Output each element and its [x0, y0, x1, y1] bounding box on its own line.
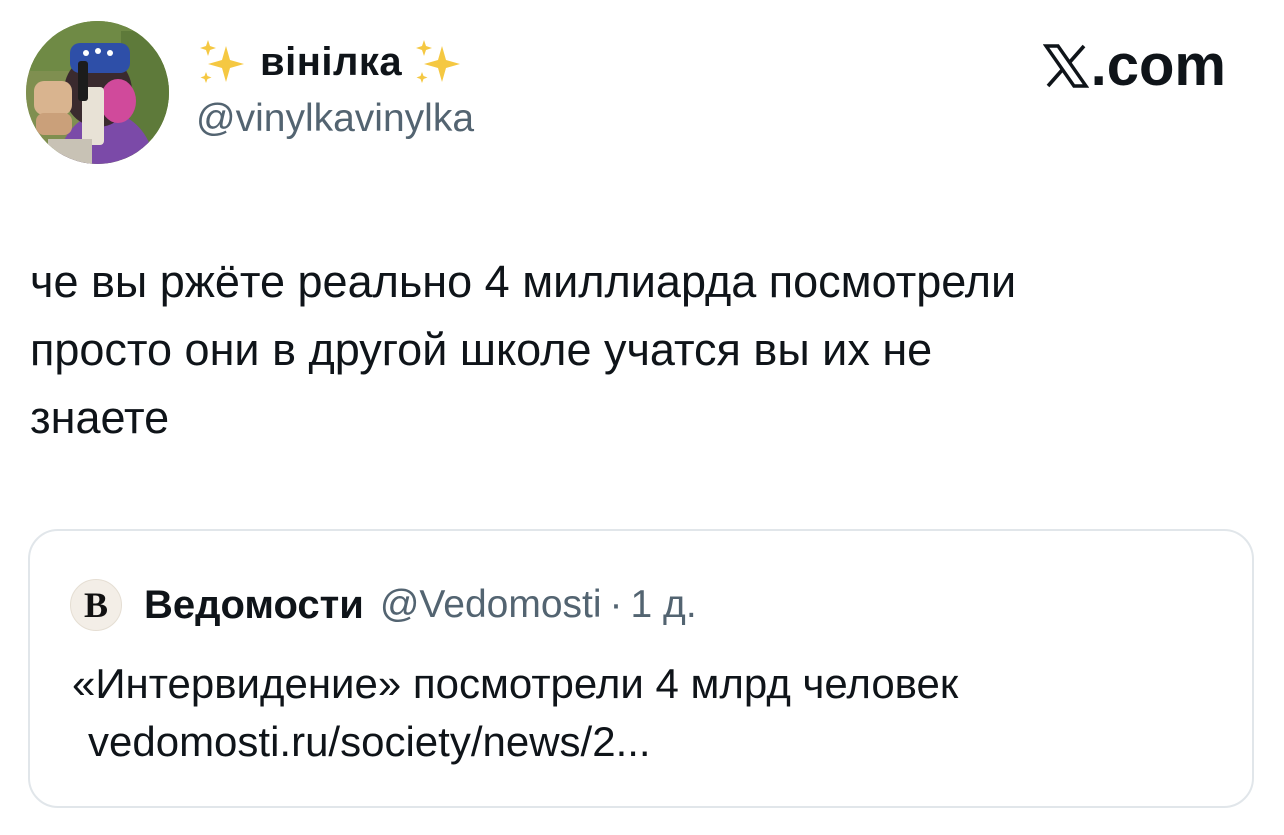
- tweet-body: че вы ржёте реально 4 миллиарда посмотре…: [30, 248, 1250, 452]
- avatar-image: [26, 21, 169, 164]
- quoted-author-name[interactable]: Ведомости: [144, 583, 364, 628]
- author-name-row[interactable]: вінілка: [196, 36, 466, 88]
- quoted-tweet-card[interactable]: В Ведомости @Vedomosti · 1 д. «Интервиде…: [28, 529, 1254, 808]
- tweet-line: просто они в другой школе учатся вы их н…: [30, 324, 933, 375]
- quoted-tweet-time[interactable]: 1 д.: [631, 583, 697, 627]
- author-avatar[interactable]: [26, 21, 169, 164]
- author-display-name[interactable]: вінілка: [260, 42, 402, 82]
- quoted-author-handle[interactable]: @Vedomosti: [380, 583, 602, 627]
- separator-dot: ·: [609, 583, 623, 626]
- brand-domain: .com: [1090, 33, 1226, 98]
- quoted-tweet-body: «Интервидение» посмотрели 4 млрд человек…: [72, 655, 958, 771]
- quoted-tweet-text: «Интервидение» посмотрели 4 млрд человек: [72, 660, 959, 707]
- tweet-line: знаете: [30, 392, 170, 443]
- quoted-author-avatar[interactable]: В: [70, 579, 122, 631]
- tweet-line: че вы ржёте реально 4 миллиарда посмотре…: [30, 256, 1017, 307]
- quoted-tweet-header: В Ведомости @Vedomosti · 1 д.: [70, 578, 697, 632]
- author-handle[interactable]: @vinylkavinylka: [196, 97, 474, 141]
- sparkles-icon: [200, 40, 244, 83]
- sparkles-icon: [416, 40, 461, 83]
- x-logo-icon: [1042, 44, 1089, 88]
- quoted-tweet-link[interactable]: vedomosti.ru/society/news/2...: [72, 713, 958, 771]
- brand-mark: .com: [1042, 33, 1226, 98]
